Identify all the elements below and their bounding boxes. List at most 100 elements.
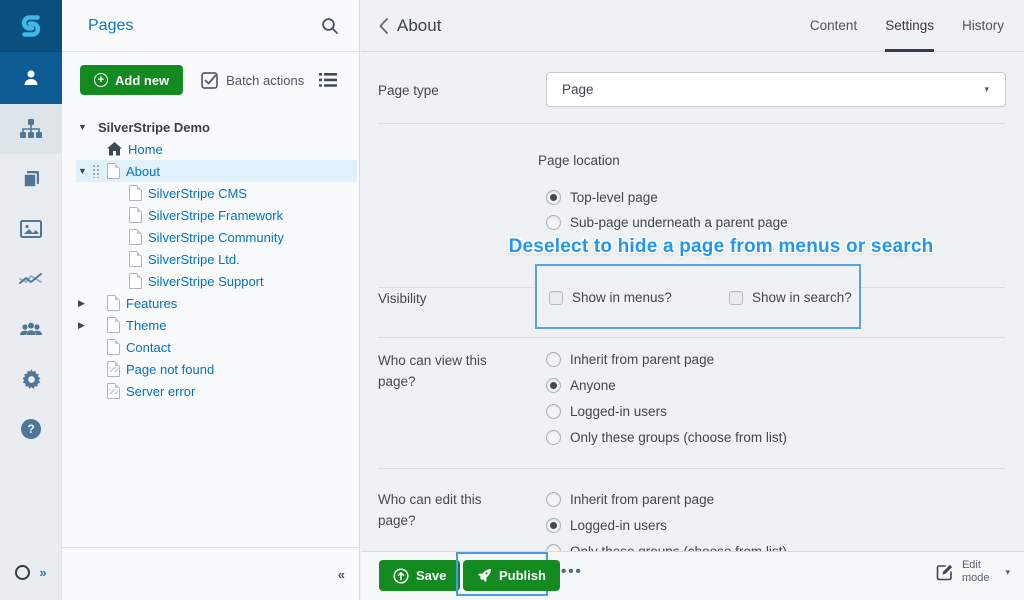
page-icon [107,295,120,311]
page-icon [129,251,142,267]
tree-item-label: Page not found [126,362,214,377]
tree-item-label: Features [126,296,177,311]
page-icon [107,317,120,333]
radio-top-level-page[interactable]: Top-level page [546,188,658,206]
users-group-icon [19,320,43,338]
tree-item-server-error[interactable]: Server error [76,380,357,402]
tree-item-silverstripe-support[interactable]: SilverStripe Support [76,270,357,292]
edit-mode-dropdown[interactable]: Edit mode ▾ [935,559,1010,585]
main-nav-strip: ? » [0,0,62,600]
page-icon [129,229,142,245]
tab-bar: Content Settings History [810,0,1004,52]
sidebar-item-reports[interactable] [0,254,62,304]
checkbox-icon [729,291,743,305]
page-icon [129,185,142,201]
expander-closed-icon[interactable]: ▶ [76,298,92,309]
who-can-edit-label: Who can edit this page? [378,490,508,532]
publish-button[interactable]: Publish [463,560,560,591]
tree-item-label: Server error [126,384,195,399]
page-type-select[interactable]: Page ▾ [546,72,1006,107]
tree-item-label: SilverStripe Ltd. [148,252,240,267]
tree-item-label: SilverStripe Framework [148,208,283,223]
show-in-menus-checkbox[interactable]: Show in menus? [549,290,672,305]
tree-root-silverstripe-demo[interactable]: ▼SilverStripe Demo [76,116,357,138]
search-icon [321,17,339,35]
tree-item-about[interactable]: ▼About [76,160,357,182]
tree-item-silverstripe-framework[interactable]: SilverStripe Framework [76,204,357,226]
sidebar-item-profile[interactable] [0,52,62,104]
chevron-left-icon [378,17,389,35]
tab-settings[interactable]: Settings [885,0,934,52]
search-button[interactable] [321,17,339,35]
plus-circle-icon: + [94,73,108,87]
show-in-search-checkbox[interactable]: Show in search? [729,290,852,305]
divider [378,337,1005,338]
batch-actions-button[interactable]: Batch actions [201,72,304,89]
list-view-button[interactable] [319,73,337,87]
tree-item-silverstripe-cms[interactable]: SilverStripe CMS [76,182,357,204]
who-can-view-label: Who can view this page? [378,351,508,393]
radio-inherit-from-parent-page[interactable]: Inherit from parent page [546,490,714,508]
sidebar-item-security[interactable] [0,304,62,354]
strip-footer: » [0,545,62,600]
sidebar-item-media[interactable] [0,204,62,254]
page-title: About [397,16,441,36]
tree-item-home[interactable]: Home [76,138,357,160]
tree-panel-footer: « [62,547,359,600]
expander-open-icon[interactable]: ▼ [76,166,92,176]
radio-only-these-groups-choose-from-list[interactable]: Only these groups (choose from list) [546,542,787,551]
sidebar-item-help[interactable]: ? [0,404,62,454]
radio-label: Logged-in users [570,404,667,419]
tree-item-label: SilverStripe CMS [148,186,247,201]
show-in-menus-label: Show in menus? [572,290,672,305]
expander-closed-icon[interactable]: ▶ [76,320,92,331]
tree-item-silverstripe-community[interactable]: SilverStripe Community [76,226,357,248]
tree-item-silverstripe-ltd[interactable]: SilverStripe Ltd. [76,248,357,270]
radio-only-these-groups-choose-from-list[interactable]: Only these groups (choose from list) [546,428,787,446]
person-icon [21,68,41,88]
tree-item-page-not-found[interactable]: Page not found [76,358,357,380]
visibility-label: Visibility [378,289,523,310]
radio-anyone[interactable]: Anyone [546,376,616,394]
save-upload-icon [393,568,409,584]
page-location-heading: Page location [538,153,620,168]
sidebar-item-pages[interactable] [0,104,62,154]
tree-item-label: Contact [126,340,171,355]
panel-title: Pages [88,17,321,35]
divider [378,468,1005,469]
annotation-highlight-box-visibility: Show in menus? Show in search? [535,264,861,329]
page-type-value: Page [562,82,594,97]
radio-label: Anyone [570,378,616,393]
drag-handle-icon[interactable] [92,164,101,178]
page-type-label: Page type [378,81,523,102]
sidebar-item-settings[interactable] [0,354,62,404]
preview-toggle-icon[interactable] [15,565,30,580]
annotation-hint-text: Deselect to hide a page from menus or se… [461,236,981,258]
add-new-button[interactable]: + Add new [80,65,183,95]
radio-icon [546,544,561,552]
sidebar-item-files[interactable] [0,154,62,204]
expander-open-icon[interactable]: ▼ [76,122,92,132]
publish-label: Publish [499,568,546,583]
tab-content[interactable]: Content [810,0,857,52]
tree-item-label: Home [128,142,163,157]
radio-inherit-from-parent-page[interactable]: Inherit from parent page [546,350,714,368]
save-button[interactable]: Save [379,560,460,591]
documents-icon [21,169,41,189]
radio-label: Only these groups (choose from list) [570,544,787,552]
more-options-button[interactable]: ••• [561,563,583,580]
batch-actions-label: Batch actions [226,73,304,88]
tree-item-features[interactable]: ▶ Features [76,292,357,314]
tree-item-contact[interactable]: Contact [76,336,357,358]
radio-logged-in-users[interactable]: Logged-in users [546,516,667,534]
radio-logged-in-users[interactable]: Logged-in users [546,402,667,420]
tab-history[interactable]: History [962,0,1004,52]
expand-menu-icon[interactable]: » [39,565,46,580]
collapse-panel-icon[interactable]: « [338,567,345,582]
silverstripe-logo[interactable] [0,0,62,52]
tree-item-theme[interactable]: ▶ Theme [76,314,357,336]
radio-icon [546,404,561,419]
radio-sub-page-underneath-a-parent-page[interactable]: Sub-page underneath a parent page [546,213,788,231]
tree-item-label: Theme [126,318,166,333]
back-button[interactable] [378,17,389,35]
